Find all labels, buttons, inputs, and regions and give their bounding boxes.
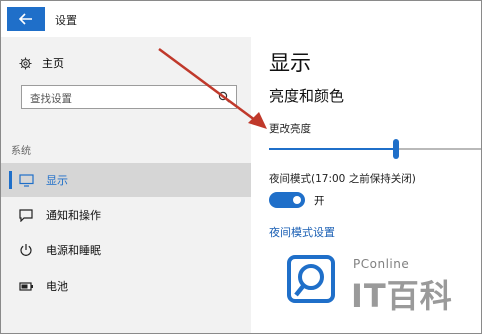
active-indicator <box>9 171 12 189</box>
brightness-slider-fill <box>269 148 396 150</box>
home-label: 主页 <box>42 57 64 70</box>
section-heading: 亮度和颜色 <box>269 87 345 105</box>
page-title: 显示 <box>269 51 311 75</box>
sidebar-item-label: 通知和操作 <box>46 209 101 222</box>
sidebar-item-label: 电源和睡眠 <box>46 244 101 257</box>
brightness-slider[interactable] <box>269 139 481 159</box>
watermark-top-text: PConline <box>353 257 410 271</box>
sidebar-item-label: 电池 <box>46 280 68 293</box>
monitor-icon <box>18 172 34 188</box>
brightness-label: 更改亮度 <box>269 123 311 135</box>
brightness-slider-thumb[interactable] <box>393 139 399 159</box>
search-placeholder: 查找设置 <box>30 93 72 105</box>
sidebar-item-power-sleep[interactable]: 电源和睡眠 <box>1 233 251 267</box>
toggle-knob <box>293 196 301 204</box>
sidebar-item-notifications[interactable]: 通知和操作 <box>1 198 251 232</box>
power-icon <box>18 242 34 258</box>
sidebar-item-display[interactable]: 显示 <box>1 163 251 197</box>
pconline-logo-icon <box>287 255 335 303</box>
back-button[interactable] <box>7 7 45 31</box>
gear-icon <box>19 56 32 70</box>
watermark-main-text: IT百科 <box>351 277 453 315</box>
sidebar-item-home[interactable]: 主页 <box>19 55 64 71</box>
title-bar: 设置 <box>1 1 481 37</box>
sidebar: 主页 查找设置 系统 显示 通知和操作 电源和睡眠 电池 <box>1 37 251 333</box>
night-light-label: 夜间模式(17:00 之前保持关闭) <box>269 173 416 185</box>
watermark: PConline IT百科 <box>269 255 481 333</box>
sidebar-item-label: 显示 <box>46 174 68 187</box>
toggle-state-label: 开 <box>314 195 325 207</box>
night-light-toggle[interactable] <box>269 192 305 208</box>
window-title: 设置 <box>55 14 77 27</box>
settings-window: 设置 主页 查找设置 系统 显示 通知和操作 电源和睡眠 电池 显示 亮度和颜色… <box>0 0 482 334</box>
battery-icon <box>18 278 34 294</box>
back-arrow-icon <box>19 13 32 25</box>
night-light-settings-link[interactable]: 夜间模式设置 <box>269 224 335 240</box>
search-input[interactable]: 查找设置 <box>21 85 237 109</box>
search-icon[interactable] <box>218 91 230 103</box>
sidebar-item-battery[interactable]: 电池 <box>1 269 251 303</box>
section-label: 系统 <box>11 146 31 157</box>
notification-icon <box>18 207 34 223</box>
